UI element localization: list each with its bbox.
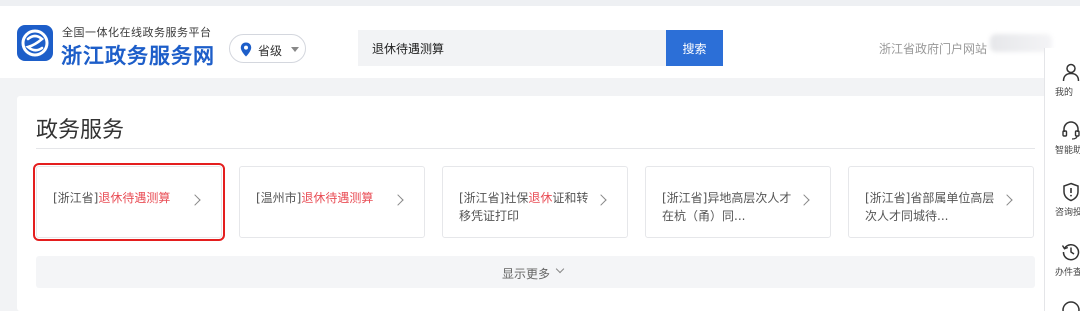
result-title: [温州市]退休待遇测算 [256,191,374,205]
side-rail: 我的 智能助 咨询投 办件查 [1044,48,1080,311]
user-icon [1062,63,1080,82]
region-label: 省级 [258,44,283,58]
chevron-right-icon [595,194,607,206]
rail-label: 办件查 [1055,268,1080,278]
result-card[interactable]: [温州市]退休待遇测算 [239,166,425,238]
region-selector[interactable]: 省级 [229,34,306,63]
history-icon [1061,244,1080,261]
search-input[interactable] [358,30,666,66]
rail-item-more[interactable] [1053,300,1080,311]
portal-link[interactable]: 浙江省政府门户网站 [879,40,987,57]
shield-icon [1063,182,1079,202]
chevron-right-icon [189,194,201,206]
rail-item-progress[interactable]: 办件查 [1053,242,1080,278]
caret-down-icon [291,47,299,52]
chevron-right-icon [1001,194,1013,206]
site-logo-icon[interactable] [16,24,54,62]
show-more-label: 显示更多 [502,267,551,281]
chevron-right-icon [798,194,810,206]
search-button[interactable]: 搜索 [666,30,723,66]
chat-icon [1062,301,1080,311]
rail-item-consult[interactable]: 咨询投 [1053,182,1080,218]
result-title: [浙江省]省部属单位高层次人才同城待... [865,191,995,223]
rail-item-my[interactable]: 我的 [1053,62,1080,98]
result-title: [浙江省]退休待遇测算 [53,191,171,205]
result-card[interactable]: [浙江省]省部属单位高层次人才同城待... [848,166,1034,238]
chevron-right-icon [392,194,404,206]
rail-label: 我的 [1055,88,1074,98]
result-card[interactable]: [浙江省]异地高层次人才在杭（甬）同... [645,166,831,238]
results-panel: 政务服务 [浙江省]退休待遇测算 [温州市]退休待遇测算 [浙江省]社保退休证和… [17,96,1050,311]
rail-label: 智能助 [1055,146,1080,156]
show-more-button[interactable]: 显示更多 [36,256,1035,288]
section-divider [36,148,1035,149]
result-card[interactable]: [浙江省]退休待遇测算 [33,163,225,241]
site-name[interactable]: 浙江政务服务网 [61,40,215,70]
rail-label: 咨询投 [1055,208,1080,218]
top-header: 全国一体化在线政务服务平台 浙江政务服务网 省级 搜索 浙江省政府门户网站 [0,0,1080,78]
headset-icon [1062,121,1080,140]
result-card[interactable]: [浙江省]社保退休证和转移凭证打印 [442,166,628,238]
section-title: 政务服务 [36,118,125,143]
blurred-area [990,34,1052,52]
result-title: [浙江省]社保退休证和转移凭证打印 [459,191,589,223]
result-title: [浙江省]异地高层次人才在杭（甬）同... [662,191,792,223]
platform-subtitle: 全国一体化在线政务服务平台 [62,26,212,39]
rail-item-assistant[interactable]: 智能助 [1053,120,1080,156]
chevron-down-icon [555,264,565,274]
location-pin-icon [240,42,252,57]
